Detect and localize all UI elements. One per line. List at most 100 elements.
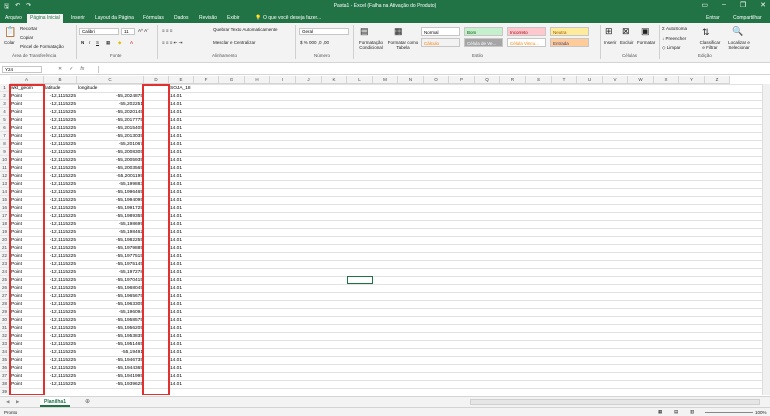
table-cell[interactable]: 14.01 xyxy=(170,317,193,325)
currency-icon[interactable]: $ % 000 ,0 ,00 xyxy=(300,40,329,45)
column-title[interactable]: SOJA_18 xyxy=(170,85,193,93)
prev-sheet-icon[interactable]: ◀ xyxy=(6,399,9,405)
table-cell[interactable]: 14.01 xyxy=(170,349,193,357)
column-header-i[interactable]: I xyxy=(270,76,296,84)
column-header-l[interactable]: L xyxy=(347,76,373,84)
column-header-e[interactable]: E xyxy=(169,76,194,84)
signin-link[interactable]: Entrar xyxy=(703,14,723,23)
table-cell[interactable]: -12,1115225 xyxy=(45,277,76,285)
table-cell[interactable]: -12,1115225 xyxy=(45,173,76,181)
share-button[interactable]: Compartilhar xyxy=(730,14,765,23)
tab-formulas[interactable]: Fórmulas xyxy=(140,14,167,23)
table-cell[interactable]: -12,1115225 xyxy=(45,341,76,349)
table-cell[interactable]: -55,1951465 xyxy=(78,341,143,349)
table-cell[interactable]: -55,2008305 xyxy=(78,149,143,157)
table-cell[interactable]: 14.01 xyxy=(170,93,193,101)
column-header-q[interactable]: Q xyxy=(475,76,500,84)
table-cell[interactable]: 14.01 xyxy=(170,253,193,261)
font-name-select[interactable]: Calibri xyxy=(79,28,119,35)
maximize-icon[interactable]: ❐ xyxy=(740,1,746,9)
format-cells-icon[interactable]: ▣ xyxy=(641,26,650,37)
column-header-a[interactable]: A xyxy=(10,76,44,84)
format-cells-button[interactable]: Formatar xyxy=(637,40,655,45)
table-cell[interactable]: -12,1115225 xyxy=(45,269,76,277)
table-cell[interactable]: -55,1956205 xyxy=(78,325,143,333)
table-cell[interactable]: -12,1115225 xyxy=(45,253,76,261)
tab-revisao[interactable]: Revisão xyxy=(196,14,220,23)
delete-cells-button[interactable]: Excluir xyxy=(620,40,634,45)
column-header-t[interactable]: T xyxy=(552,76,577,84)
table-cell[interactable]: -55,1982255 xyxy=(78,237,143,245)
table-cell[interactable]: -55,199883 xyxy=(78,181,143,189)
enter-icon[interactable]: ✓ xyxy=(69,66,73,72)
tab-exibir[interactable]: Exibir xyxy=(224,14,243,23)
table-cell[interactable]: 14.01 xyxy=(170,341,193,349)
table-cell[interactable]: 14.01 xyxy=(170,301,193,309)
table-cell[interactable]: 14.01 xyxy=(170,269,193,277)
table-cell[interactable]: -55,2013035 xyxy=(78,133,143,141)
delete-cells-icon[interactable]: ⊠ xyxy=(622,26,630,37)
table-cell[interactable]: 14.01 xyxy=(170,189,193,197)
table-cell[interactable]: -12,1115225 xyxy=(45,325,76,333)
fx-icon[interactable]: fx xyxy=(80,66,84,72)
table-cell[interactable]: -12,1115225 xyxy=(45,349,76,357)
table-cell[interactable]: -55,1941995 xyxy=(78,373,143,381)
table-cell[interactable]: -12,1115225 xyxy=(45,221,76,229)
font-size-select[interactable]: 11 xyxy=(121,28,135,35)
add-sheet-icon[interactable]: ⊕ xyxy=(85,398,90,405)
table-cell[interactable]: -55,2020145 xyxy=(78,109,143,117)
table-cell[interactable]: -55,1975145 xyxy=(78,261,143,269)
cell-style-5[interactable]: Célula de Ve... xyxy=(464,38,503,47)
borders-icon[interactable]: ▦ xyxy=(106,40,110,46)
table-cell[interactable]: -55,2001195 xyxy=(78,173,143,181)
table-cell[interactable]: -12,1115225 xyxy=(45,205,76,213)
table-cell[interactable]: -55,1965675 xyxy=(78,293,143,301)
format-table-button[interactable]: Formatar como Tabela xyxy=(386,40,420,50)
table-cell[interactable]: 14.01 xyxy=(170,229,193,237)
table-cell[interactable]: 14.01 xyxy=(170,309,193,317)
format-table-icon[interactable]: ▦ xyxy=(394,26,403,37)
table-cell[interactable]: -55,197278 xyxy=(78,269,143,277)
table-cell[interactable]: -12,1115225 xyxy=(45,293,76,301)
table-cell[interactable]: 14.01 xyxy=(170,373,193,381)
table-cell[interactable]: -55,2015405 xyxy=(78,125,143,133)
cancel-icon[interactable]: ✕ xyxy=(58,66,62,72)
table-cell[interactable]: -55,2003565 xyxy=(78,165,143,173)
sort-filter-button[interactable]: Classificar e Filtrar xyxy=(698,40,722,50)
close-icon[interactable]: ✕ xyxy=(760,1,766,9)
conditional-format-button[interactable]: Formatação Condicional xyxy=(356,40,386,50)
column-header-p[interactable]: P xyxy=(449,76,475,84)
table-cell[interactable]: 14.01 xyxy=(170,221,193,229)
table-cell[interactable]: -55,1939625 xyxy=(78,381,143,389)
formula-input[interactable] xyxy=(98,66,768,73)
table-cell[interactable]: -55,2005935 xyxy=(78,157,143,165)
table-cell[interactable]: -12,1115225 xyxy=(45,117,76,125)
table-cell[interactable]: -12,1115225 xyxy=(45,373,76,381)
table-cell[interactable]: 14.01 xyxy=(170,333,193,341)
column-header-d[interactable]: D xyxy=(144,76,169,84)
table-cell[interactable]: -55,1970415 xyxy=(78,277,143,285)
align-left-icon[interactable]: ≡ ≡ ≡ ⇤ ⇥ xyxy=(162,40,182,46)
table-cell[interactable]: -55,1991725 xyxy=(78,205,143,213)
table-cell[interactable]: -55,1953835 xyxy=(78,333,143,341)
column-header-n[interactable]: N xyxy=(398,76,424,84)
normal-view-icon[interactable]: ▦ xyxy=(658,409,662,415)
ribbon-display-icon[interactable]: ▭ xyxy=(701,1,708,9)
column-header-b[interactable]: B xyxy=(44,76,77,84)
column-header-c[interactable]: C xyxy=(77,76,144,84)
table-cell[interactable]: -12,1115225 xyxy=(45,245,76,253)
table-cell[interactable]: 14.01 xyxy=(170,157,193,165)
table-cell[interactable]: 14.01 xyxy=(170,165,193,173)
table-cell[interactable]: 14.01 xyxy=(170,181,193,189)
tab-arquivo[interactable]: Arquivo xyxy=(2,14,25,23)
autosum-button[interactable]: Σ AutoSoma xyxy=(662,26,687,31)
conditional-format-icon[interactable]: ▤ xyxy=(360,26,369,37)
table-cell[interactable]: 14.01 xyxy=(170,365,193,373)
column-header-y[interactable]: Y xyxy=(679,76,705,84)
table-cell[interactable]: 14.01 xyxy=(170,293,193,301)
underline-button[interactable]: S xyxy=(96,40,99,45)
table-cell[interactable]: 14.01 xyxy=(170,381,193,389)
paste-button[interactable]: Colar xyxy=(4,40,15,45)
table-cell[interactable]: -12,1115225 xyxy=(45,101,76,109)
insert-cells-icon[interactable]: ⊞ xyxy=(605,26,613,37)
